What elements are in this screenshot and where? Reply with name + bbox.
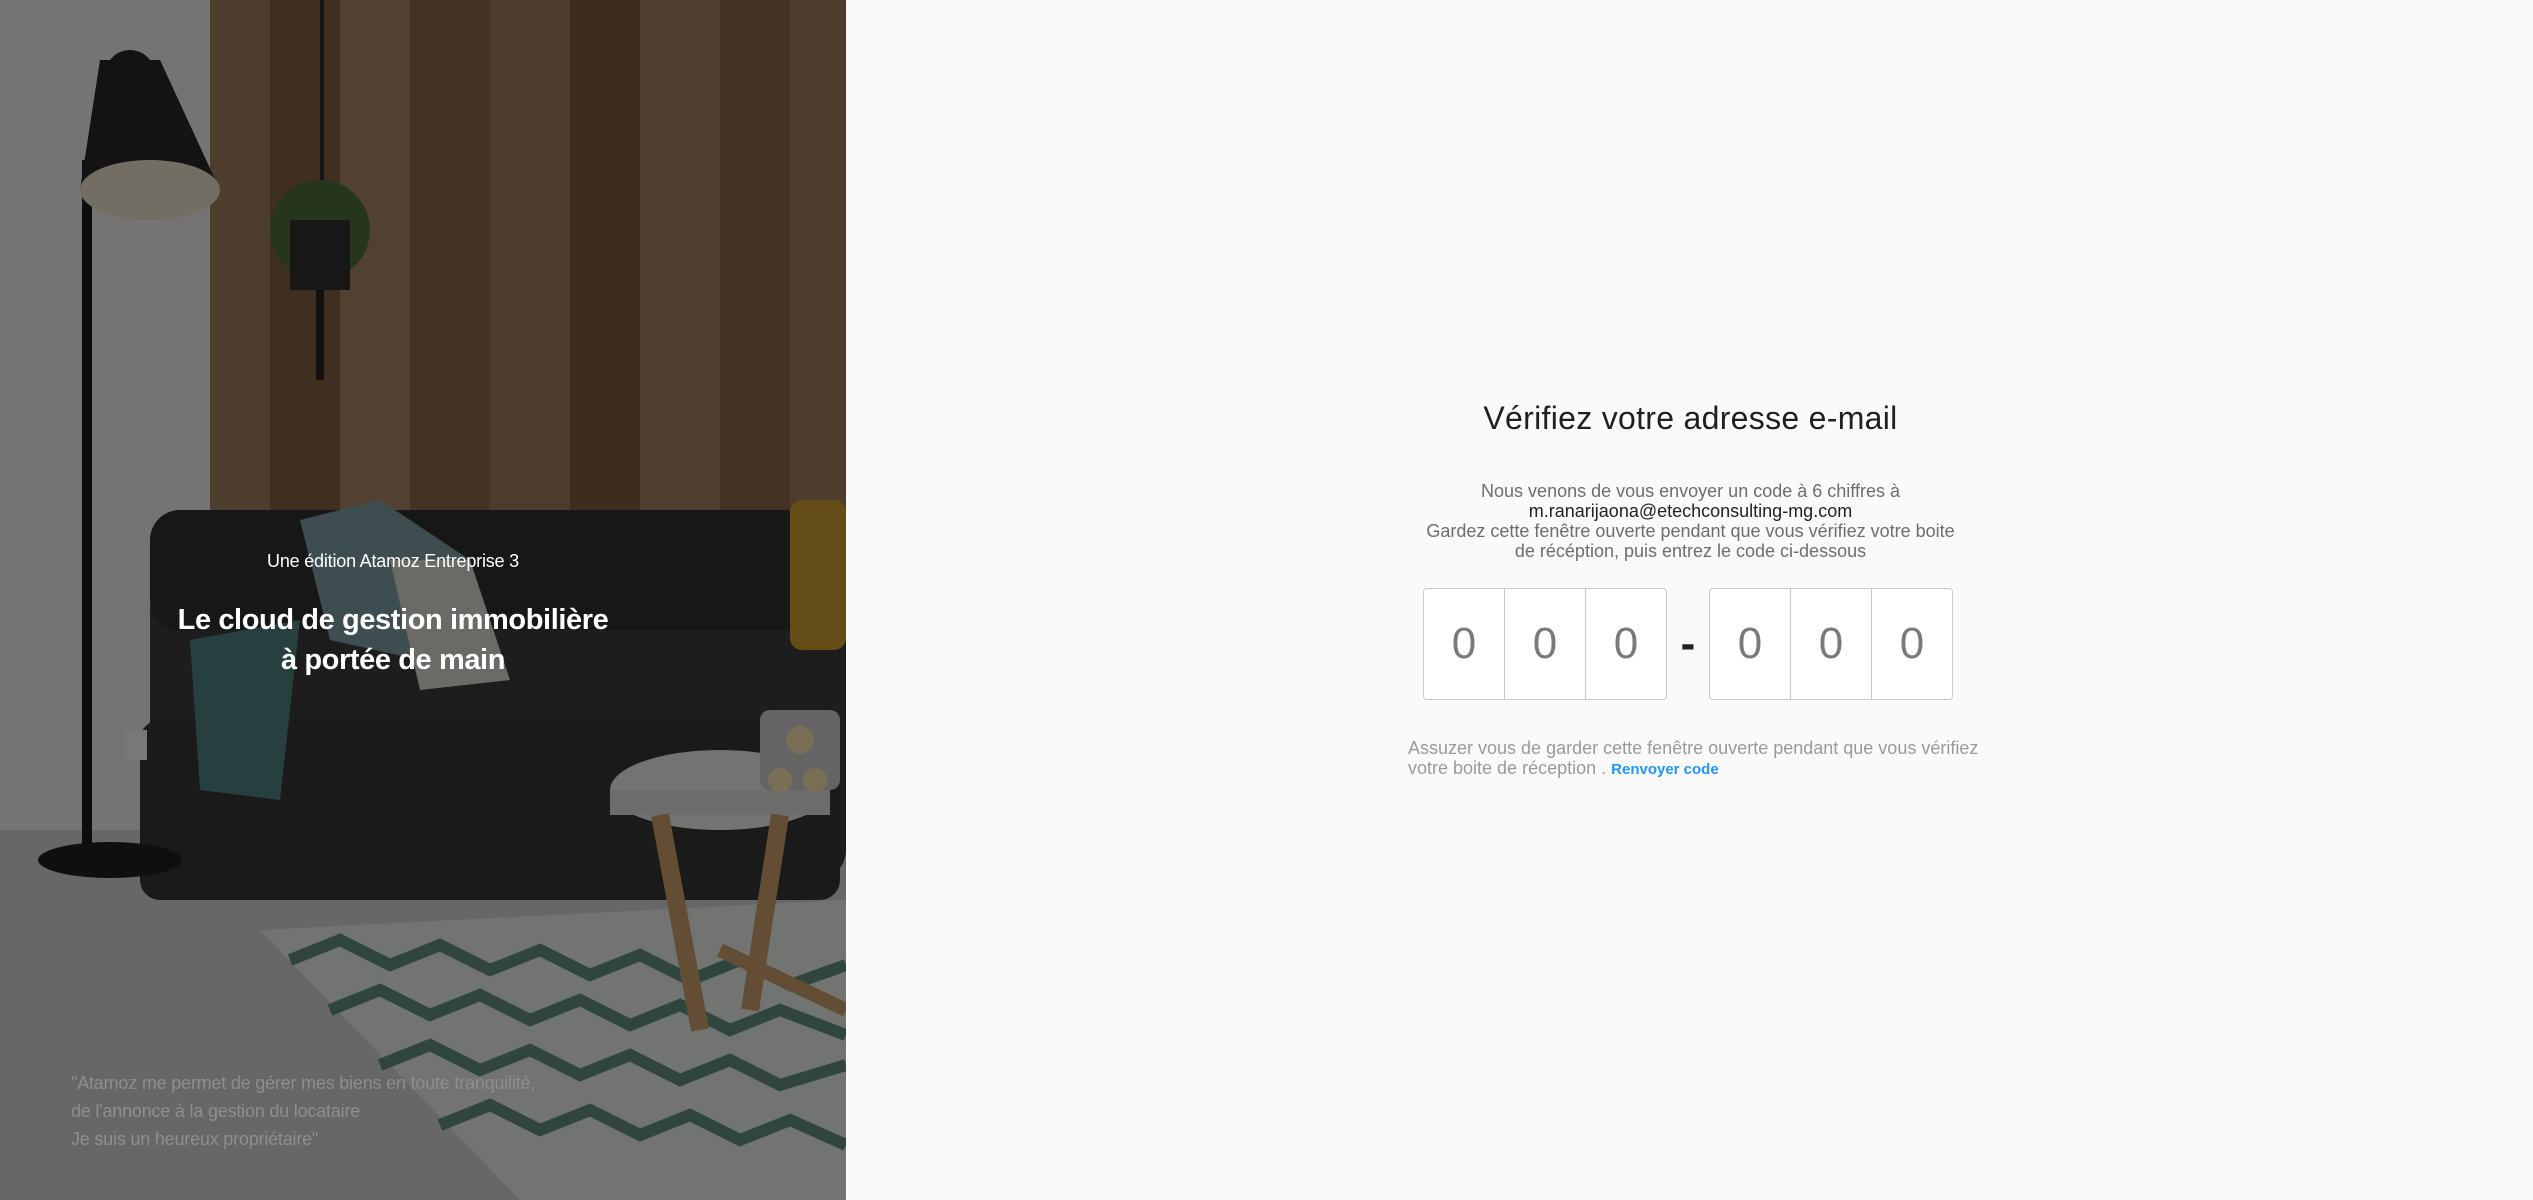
code-digit-3[interactable] [1586, 589, 1666, 699]
code-digit-4[interactable] [1710, 589, 1791, 699]
code-digit-2[interactable] [1505, 589, 1586, 699]
page: Une édition Atamoz Entreprise 3 Le cloud… [0, 0, 2533, 1200]
quote-line-2: de l'annonce à la gestion du locataire [71, 1101, 361, 1121]
code-digit-6[interactable] [1872, 589, 1952, 699]
hero-edition-label: Une édition Atamoz Entreprise 3 [267, 551, 519, 571]
code-digit-1[interactable] [1424, 589, 1505, 699]
hero-title: Le cloud de gestion immobilière à portée… [0, 600, 786, 680]
hero-panel: Une édition Atamoz Entreprise 3 Le cloud… [0, 0, 846, 1200]
description-line-2: Gardez cette fenêtre ouverte pendant que… [1426, 521, 1955, 541]
page-title: Vérifiez votre adresse e-mail [1483, 400, 1898, 436]
hero-testimonial-quote: "Atamoz me permet de gérer mes biens en … [71, 1069, 535, 1153]
description-line-1: Nous venons de vous envoyer un code à 6 … [1481, 481, 1900, 501]
quote-line-1: "Atamoz me permet de gérer mes biens en … [71, 1073, 536, 1093]
verification-code-input-group: - [1423, 588, 1953, 700]
code-digit-5[interactable] [1791, 589, 1872, 699]
hero-title-line-1: Le cloud de gestion immobilière [177, 604, 609, 636]
keep-window-open-note: Assuzer vous de garder cette fenêtre ouv… [1408, 738, 2008, 780]
recipient-email: m.ranarijaona@etechconsulting-mg.com [1528, 501, 1853, 521]
resend-code-link[interactable]: Renvoyer code [1611, 761, 1719, 778]
hero-title-line-2: à portée de main [280, 644, 506, 676]
verification-description: Nous venons de vous envoyer un code à 6 … [846, 481, 2533, 561]
code-group-first [1423, 588, 1667, 700]
code-group-second [1709, 588, 1953, 700]
code-separator: - [1680, 619, 1696, 668]
verification-panel: Vérifiez votre adresse e-mail Nous venon… [846, 0, 2533, 1200]
quote-line-3: Je suis un heureux propriétaire" [71, 1129, 319, 1149]
description-line-3: de récéption, puis entrez le code ci-des… [1514, 541, 1867, 561]
